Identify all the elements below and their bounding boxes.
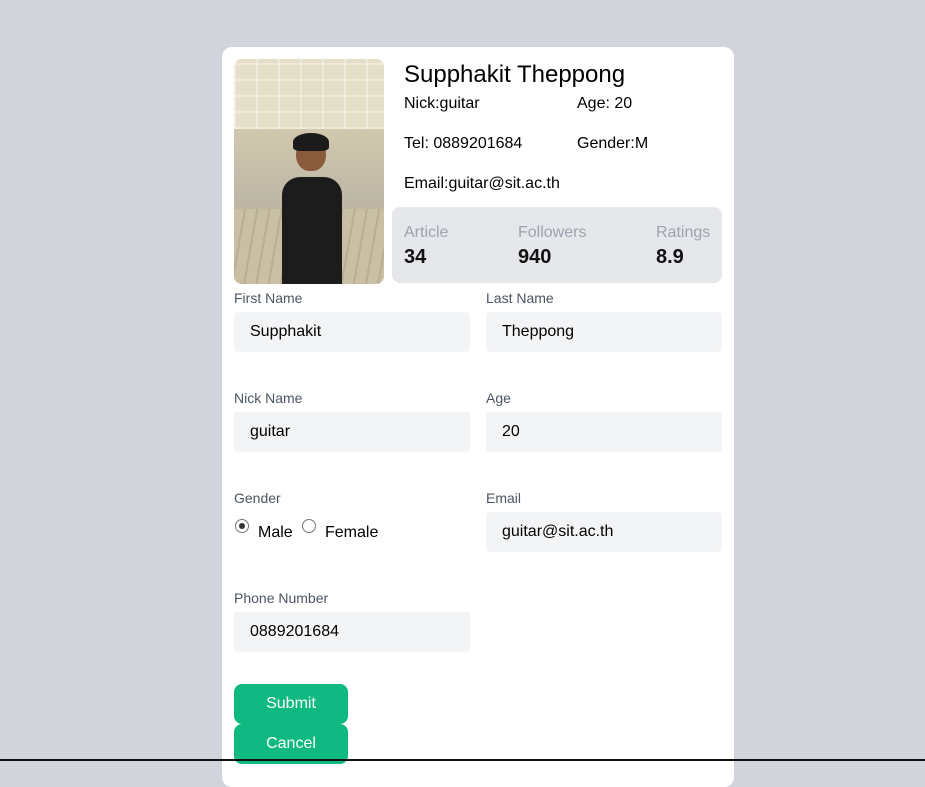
gender-female-radio[interactable]	[302, 519, 316, 533]
stat-ratings-label: Ratings	[656, 224, 711, 241]
nick-name-input[interactable]	[234, 412, 470, 452]
stat-followers-value: 940	[518, 246, 552, 268]
first-name-input[interactable]	[234, 312, 470, 352]
profile-gender: Gender:M	[577, 135, 649, 152]
profile-card: Supphakit Theppong Nick:guitar Age: 20 T…	[222, 47, 734, 787]
cancel-button[interactable]: Cancel	[234, 724, 348, 764]
photo-ceiling	[234, 59, 384, 129]
stat-ratings-value: 8.9	[656, 246, 684, 268]
stat-article-value: 34	[404, 246, 427, 268]
stat-article-label: Article	[404, 224, 449, 241]
age-input[interactable]	[486, 412, 722, 452]
phone-label: Phone Number	[234, 590, 329, 606]
age-label: Age	[486, 390, 511, 406]
bottom-divider	[0, 759, 925, 761]
stat-followers-label: Followers	[518, 224, 587, 241]
gender-male-label[interactable]: Male	[258, 524, 293, 542]
email-input[interactable]	[486, 512, 722, 552]
last-name-label: Last Name	[486, 290, 554, 306]
phone-input[interactable]	[234, 612, 470, 652]
photo-person-hair	[293, 133, 329, 151]
profile-name: Supphakit Theppong	[404, 61, 626, 88]
gender-label: Gender	[234, 490, 281, 506]
submit-button[interactable]: Submit	[234, 684, 348, 724]
stats-panel: Article 34 Followers 940 Ratings 8.9	[392, 207, 722, 283]
profile-age: Age: 20	[577, 95, 633, 112]
gender-female-label[interactable]: Female	[325, 524, 378, 542]
profile-photo	[234, 59, 384, 284]
photo-person-body	[282, 177, 342, 284]
nick-name-label: Nick Name	[234, 390, 303, 406]
profile-tel: Tel: 0889201684	[404, 135, 523, 152]
email-label: Email	[486, 490, 522, 506]
last-name-input[interactable]	[486, 312, 722, 352]
profile-nick: Nick:guitar	[404, 95, 480, 112]
gender-male-radio[interactable]	[235, 519, 249, 533]
profile-email: Email:guitar@sit.ac.th	[404, 175, 560, 192]
first-name-label: First Name	[234, 290, 303, 306]
